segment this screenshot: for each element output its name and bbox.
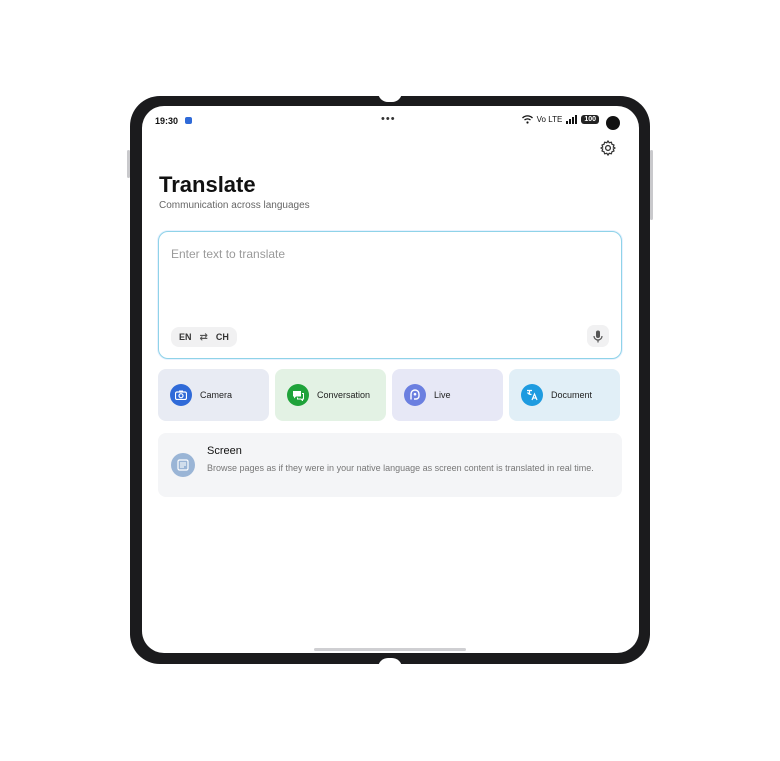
page-title: Translate [159,172,256,197]
target-language[interactable]: CH [216,332,229,342]
screen-description: Browse pages as if they were in your nat… [207,463,594,473]
microphone-icon [593,330,603,342]
screen-title: Screen [207,445,242,457]
live-label: Live [434,390,451,400]
more-dots-icon[interactable]: ••• [381,113,396,125]
translate-input[interactable]: Enter text to translate [171,247,285,261]
translate-input-card[interactable]: Enter text to translate EN ⇄ CH [158,231,622,359]
screen-translate-card[interactable]: Screen Browse pages as if they were in y… [158,433,622,497]
status-icons: Vo LTE 100 [521,115,599,124]
document-icon [521,384,543,406]
source-language[interactable]: EN [179,332,192,342]
battery-indicator: 100 [581,115,599,124]
feature-tiles: Camera Conversation Live Document [158,369,622,421]
status-time: 19:30 [155,116,179,126]
chat-icon [287,384,309,406]
front-camera [606,116,620,130]
camera-icon [170,384,192,406]
microphone-button[interactable] [587,325,609,347]
document-label: Document [551,390,593,400]
device-side-button [650,150,653,220]
phone-screen: 19:30 ••• Vo LTE 100 Translate Communica… [142,106,639,653]
signal-icon [566,115,578,124]
swap-icon[interactable]: ⇄ [200,332,208,343]
conversation-label: Conversation [317,390,371,400]
camera-label: Camera [200,390,233,400]
page-subtitle: Communication across languages [159,200,310,211]
notification-icon [185,117,192,124]
document-tile[interactable]: Document [509,369,620,421]
live-icon [404,384,426,406]
gear-icon[interactable] [599,139,617,157]
camera-tile[interactable]: Camera [158,369,269,421]
status-bar: 19:30 ••• Vo LTE 100 [142,106,639,136]
language-switch[interactable]: EN ⇄ CH [171,327,237,347]
screen-icon [171,453,195,477]
home-indicator[interactable] [314,648,466,651]
wifi-icon [521,115,533,124]
network-type: Vo LTE [536,115,563,124]
conversation-tile[interactable]: Conversation [275,369,386,421]
live-tile[interactable]: Live [392,369,503,421]
